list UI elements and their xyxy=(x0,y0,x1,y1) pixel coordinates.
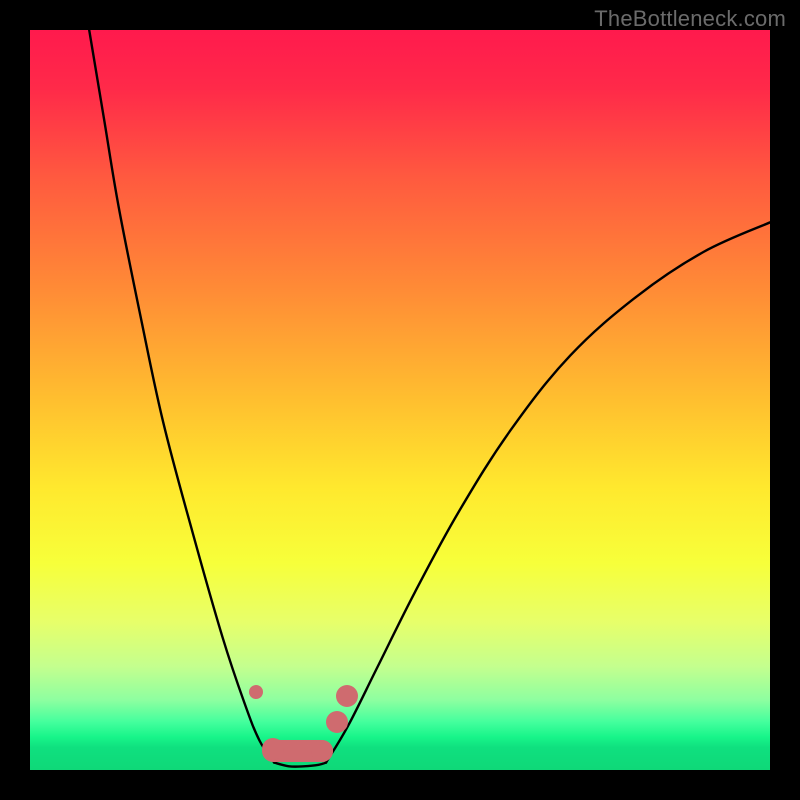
bottleneck-curve xyxy=(30,30,770,770)
plot-area xyxy=(30,30,770,770)
curve-left-branch xyxy=(89,30,274,763)
marker-valley-left xyxy=(262,738,284,760)
watermark-text: TheBottleneck.com xyxy=(594,6,786,32)
curve-right-branch xyxy=(326,222,770,762)
marker-valley-right xyxy=(311,740,333,762)
chart-stage: TheBottleneck.com xyxy=(0,0,800,800)
marker-left-small-dot xyxy=(249,685,263,699)
marker-right-upper xyxy=(326,711,348,733)
curve-valley-floor xyxy=(274,763,326,767)
marker-right-top xyxy=(336,685,358,707)
